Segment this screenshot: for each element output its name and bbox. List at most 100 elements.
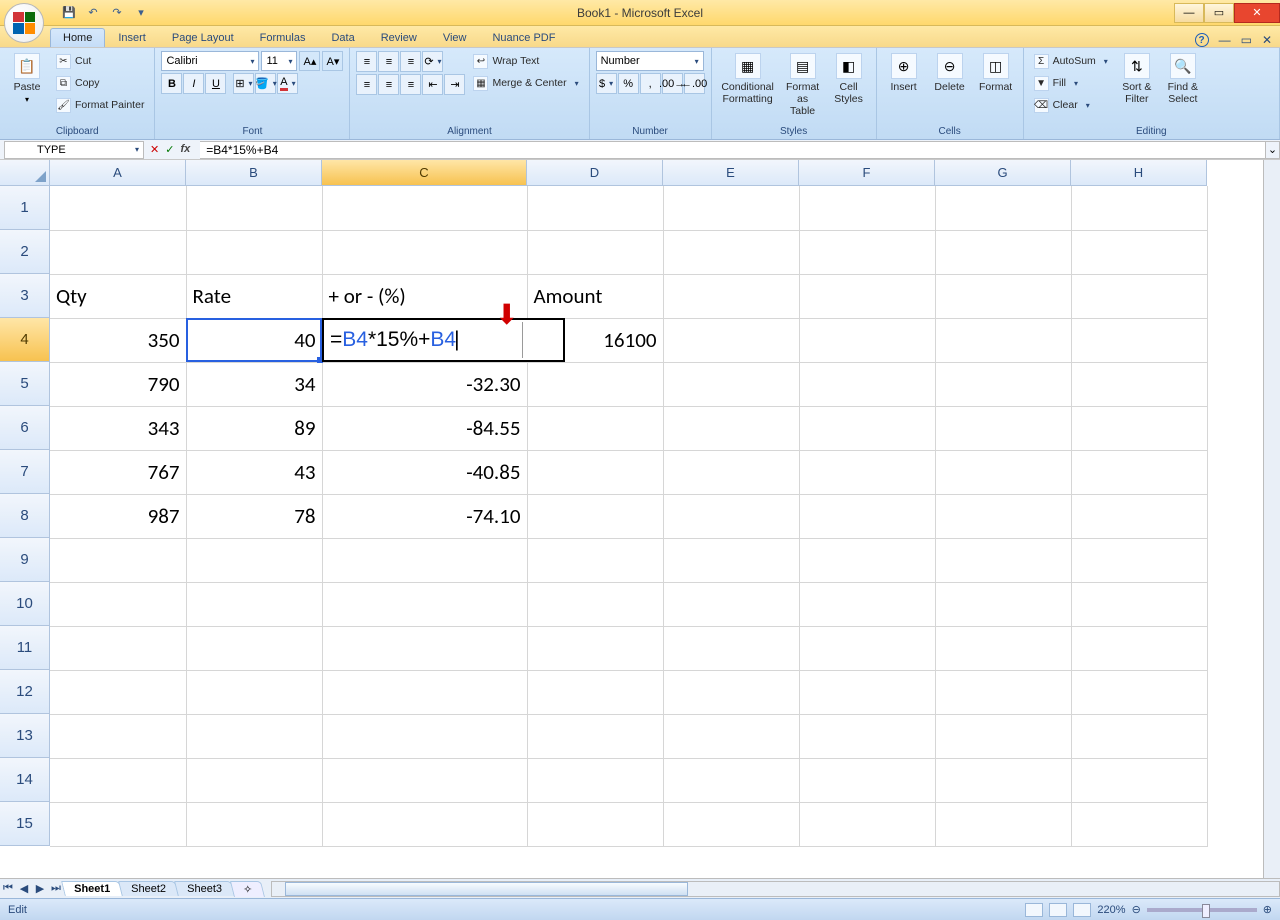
cell-C9[interactable] bbox=[322, 538, 527, 582]
cell-H11[interactable] bbox=[1071, 626, 1207, 670]
mdi-restore-icon[interactable]: ▭ bbox=[1241, 33, 1252, 47]
close-button[interactable]: ✕ bbox=[1234, 3, 1280, 23]
cell-F9[interactable] bbox=[799, 538, 935, 582]
cell-E10[interactable] bbox=[663, 582, 799, 626]
cell-B5[interactable]: 34 bbox=[186, 362, 322, 406]
cell-F12[interactable] bbox=[799, 670, 935, 714]
tab-formulas[interactable]: Formulas bbox=[247, 28, 319, 47]
undo-icon[interactable]: ↶ bbox=[84, 4, 102, 22]
cell-H12[interactable] bbox=[1071, 670, 1207, 714]
cell-H9[interactable] bbox=[1071, 538, 1207, 582]
cell-E8[interactable] bbox=[663, 494, 799, 538]
cell-B2[interactable] bbox=[186, 230, 322, 274]
cell-A10[interactable] bbox=[50, 582, 186, 626]
row-header-15[interactable]: 15 bbox=[0, 802, 50, 846]
cell-A7[interactable]: 767 bbox=[50, 450, 186, 494]
zoom-level[interactable]: 220% bbox=[1097, 904, 1125, 916]
cell-A13[interactable] bbox=[50, 714, 186, 758]
cell-C11[interactable] bbox=[322, 626, 527, 670]
col-header-A[interactable]: A bbox=[50, 160, 186, 186]
format-cells-button[interactable]: ◫Format bbox=[975, 51, 1017, 95]
cell-B14[interactable] bbox=[186, 758, 322, 802]
cell-G2[interactable] bbox=[935, 230, 1071, 274]
maximize-button[interactable]: ▭ bbox=[1204, 3, 1234, 23]
qat-customize-icon[interactable]: ▾ bbox=[132, 4, 150, 22]
cell-G3[interactable] bbox=[935, 274, 1071, 318]
cell-H13[interactable] bbox=[1071, 714, 1207, 758]
cell-E12[interactable] bbox=[663, 670, 799, 714]
cell-F6[interactable] bbox=[799, 406, 935, 450]
cell-D6[interactable] bbox=[527, 406, 663, 450]
redo-icon[interactable]: ↷ bbox=[108, 4, 126, 22]
align-center-icon[interactable]: ≡ bbox=[378, 74, 399, 95]
align-bottom-icon[interactable]: ≡ bbox=[400, 51, 421, 72]
cell-H2[interactable] bbox=[1071, 230, 1207, 274]
percent-icon[interactable]: % bbox=[618, 73, 639, 94]
currency-icon[interactable]: $ bbox=[596, 73, 617, 94]
cell-H3[interactable] bbox=[1071, 274, 1207, 318]
italic-button[interactable]: I bbox=[183, 73, 204, 94]
cell-A4[interactable]: 350 bbox=[50, 318, 186, 362]
cell-D5[interactable] bbox=[527, 362, 663, 406]
name-box[interactable]: TYPE bbox=[4, 141, 144, 159]
tab-home[interactable]: Home bbox=[50, 28, 105, 47]
cell-G15[interactable] bbox=[935, 802, 1071, 846]
bold-button[interactable]: B bbox=[161, 73, 182, 94]
active-cell-editor[interactable]: =B4*15%+B4| bbox=[322, 318, 565, 362]
col-header-C[interactable]: C bbox=[322, 160, 527, 186]
cell-C2[interactable] bbox=[322, 230, 527, 274]
cell-B3[interactable]: Rate bbox=[186, 274, 322, 318]
row-header-2[interactable]: 2 bbox=[0, 230, 50, 274]
cell-C10[interactable] bbox=[322, 582, 527, 626]
cell-E11[interactable] bbox=[663, 626, 799, 670]
cell-F5[interactable] bbox=[799, 362, 935, 406]
sheet-nav-prev-icon[interactable]: ◀ bbox=[16, 881, 32, 897]
formula-input[interactable]: =B4*15%+B4 bbox=[200, 141, 1266, 159]
tab-page-layout[interactable]: Page Layout bbox=[159, 28, 247, 47]
cell-D7[interactable] bbox=[527, 450, 663, 494]
cell-E9[interactable] bbox=[663, 538, 799, 582]
sheet-nav-first-icon[interactable]: ⏮ bbox=[0, 881, 16, 897]
align-top-icon[interactable]: ≡ bbox=[356, 51, 377, 72]
select-all-corner[interactable] bbox=[0, 160, 50, 186]
cell-F8[interactable] bbox=[799, 494, 935, 538]
cell-G9[interactable] bbox=[935, 538, 1071, 582]
cell-B11[interactable] bbox=[186, 626, 322, 670]
cell-E1[interactable] bbox=[663, 186, 799, 230]
cell-H4[interactable] bbox=[1071, 318, 1207, 362]
row-header-1[interactable]: 1 bbox=[0, 186, 50, 230]
underline-button[interactable]: U bbox=[205, 73, 226, 94]
clear-button[interactable]: ⌫Clear bbox=[1030, 95, 1112, 115]
col-header-E[interactable]: E bbox=[663, 160, 799, 186]
vertical-scrollbar[interactable] bbox=[1263, 160, 1280, 878]
autosum-button[interactable]: ΣAutoSum bbox=[1030, 51, 1112, 71]
cell-H15[interactable] bbox=[1071, 802, 1207, 846]
number-format-select[interactable]: Number bbox=[596, 51, 704, 71]
cell-E13[interactable] bbox=[663, 714, 799, 758]
decrease-indent-icon[interactable]: ⇤ bbox=[422, 74, 443, 95]
sheet-cells[interactable]: QtyRate+ or - (%)Amount350401610079034-3… bbox=[50, 186, 1208, 847]
cell-B10[interactable] bbox=[186, 582, 322, 626]
col-header-H[interactable]: H bbox=[1071, 160, 1207, 186]
border-button[interactable]: ⊞ bbox=[233, 73, 254, 94]
merge-center-button[interactable]: ▦Merge & Center bbox=[469, 73, 582, 93]
cell-E2[interactable] bbox=[663, 230, 799, 274]
normal-view-icon[interactable] bbox=[1025, 903, 1043, 917]
minimize-button[interactable]: — bbox=[1174, 3, 1204, 23]
row-header-14[interactable]: 14 bbox=[0, 758, 50, 802]
cell-H10[interactable] bbox=[1071, 582, 1207, 626]
cell-D12[interactable] bbox=[527, 670, 663, 714]
row-header-10[interactable]: 10 bbox=[0, 582, 50, 626]
sheet-tab-3[interactable]: Sheet3 bbox=[174, 881, 235, 896]
cell-C14[interactable] bbox=[322, 758, 527, 802]
cancel-formula-icon[interactable]: ✕ bbox=[150, 143, 159, 156]
row-header-8[interactable]: 8 bbox=[0, 494, 50, 538]
cell-C13[interactable] bbox=[322, 714, 527, 758]
cell-H14[interactable] bbox=[1071, 758, 1207, 802]
cell-C6[interactable]: -84.55 bbox=[322, 406, 527, 450]
cell-G11[interactable] bbox=[935, 626, 1071, 670]
cell-F11[interactable] bbox=[799, 626, 935, 670]
new-sheet-button[interactable]: ✧ bbox=[230, 881, 265, 897]
cell-B6[interactable]: 89 bbox=[186, 406, 322, 450]
cell-A9[interactable] bbox=[50, 538, 186, 582]
